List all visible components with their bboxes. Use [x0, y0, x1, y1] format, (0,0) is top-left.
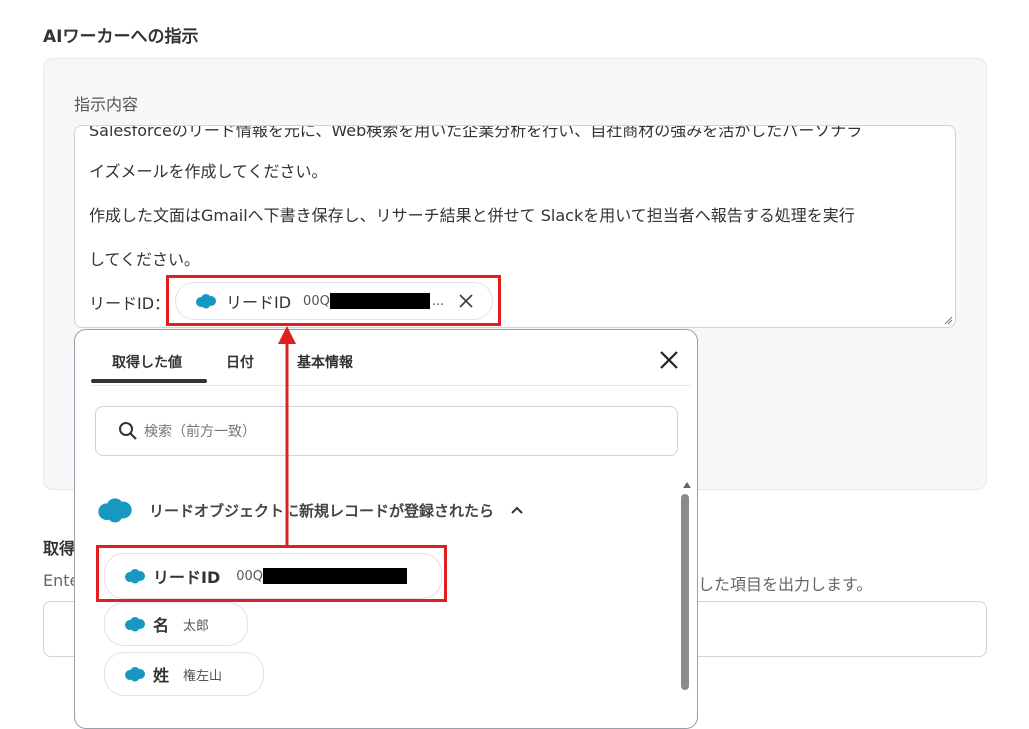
salesforce-cloud-icon	[125, 667, 145, 682]
text-line-1: Salesforceのリード情報を元に、Web検索を用いた企業分析を行い、自社商…	[89, 125, 863, 140]
item-value: 太郎	[183, 618, 210, 634]
highlight-box-chip	[166, 275, 501, 326]
item-value: 権左山	[183, 668, 223, 684]
scrollbar[interactable]	[681, 494, 689, 690]
search-placeholder: 検索（前方一致）	[144, 424, 256, 440]
salesforce-cloud-icon	[98, 498, 132, 523]
item-label: 姓	[153, 666, 170, 685]
search-input[interactable]: 検索（前方一致）	[95, 406, 678, 456]
list-item-first-name[interactable]: 名 太郎	[104, 602, 248, 646]
chevron-up-icon[interactable]	[510, 503, 524, 517]
output-section-title: 取得	[43, 539, 76, 558]
value-picker-popup: 取得した値 日付 基本情報 検索（前方一致） リードオブジェクトに新規レコードが…	[74, 329, 698, 729]
salesforce-cloud-icon	[125, 617, 145, 632]
highlight-box-item	[96, 545, 447, 602]
resize-handle-icon[interactable]	[943, 315, 953, 325]
tab-date[interactable]: 日付	[226, 352, 254, 372]
group-header[interactable]: リードオブジェクトに新規レコードが登録されたら	[95, 496, 524, 524]
output-section-desc-right: した項目を出力します。	[698, 575, 873, 594]
group-label: リードオブジェクトに新規レコードが登録されたら	[149, 501, 495, 520]
tab-divider	[91, 385, 691, 386]
text-line-2: イズメールを作成してください。	[89, 162, 328, 181]
section-title: AIワーカーへの指示	[43, 27, 199, 47]
panel-label: 指示内容	[74, 95, 139, 114]
list-item-last-name[interactable]: 姓 権左山	[104, 652, 264, 696]
tab-acquired-values[interactable]: 取得した値	[112, 352, 182, 372]
active-tab-indicator	[91, 379, 207, 383]
text-line-3: 作成した文面はGmailへ下書き保存し、リサーチ結果と併せて Slackを用いて…	[89, 206, 855, 225]
close-icon[interactable]	[657, 348, 681, 372]
text-line-4: してください。	[89, 250, 201, 269]
search-icon	[119, 422, 137, 440]
lead-id-prefix: リードID：	[89, 294, 171, 313]
item-label: 名	[153, 616, 170, 635]
tab-basic-info[interactable]: 基本情報	[297, 352, 353, 372]
